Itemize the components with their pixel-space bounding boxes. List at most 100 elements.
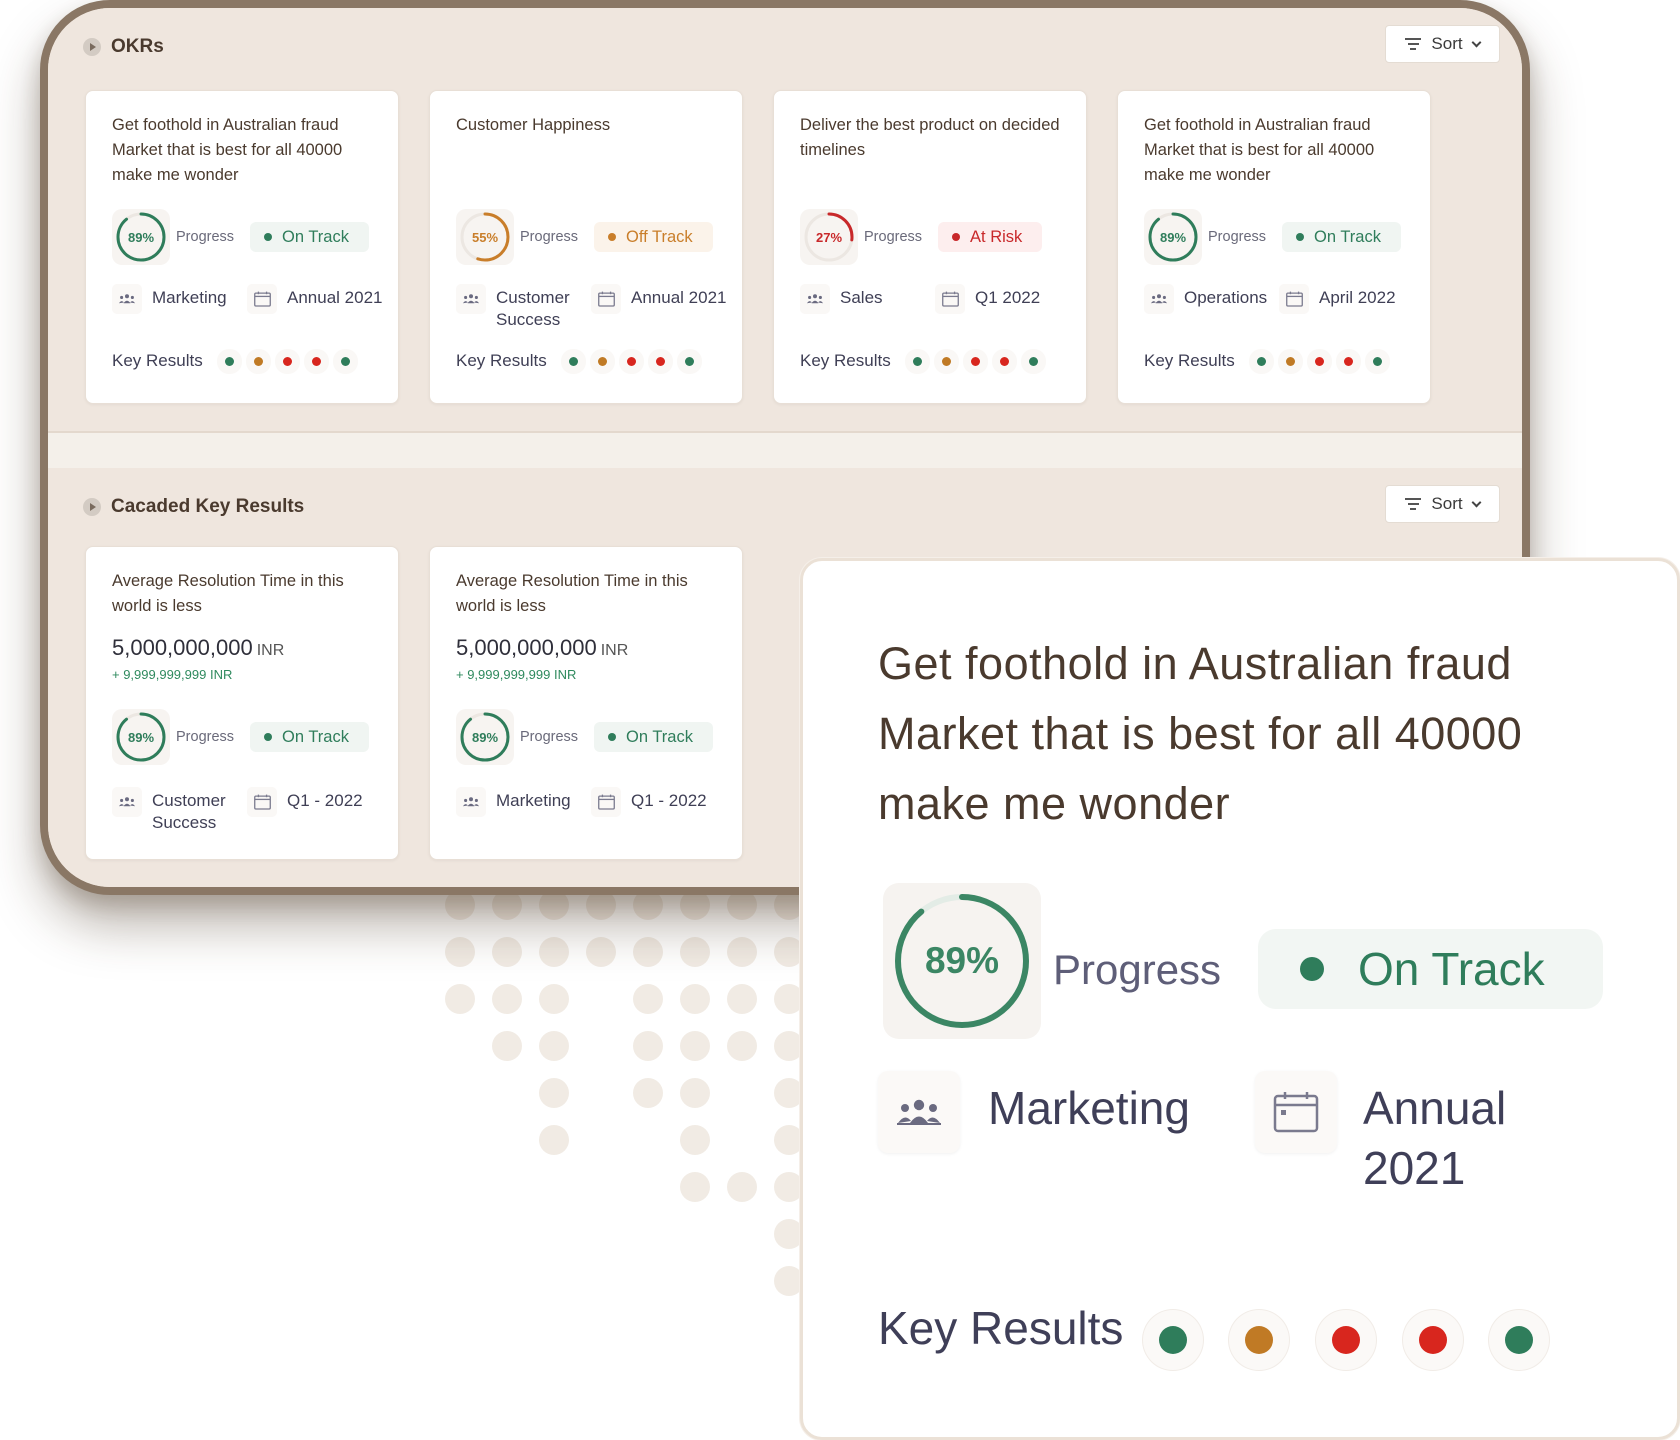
key-result-dot[interactable] [1256,356,1266,366]
key-results-label: Key Results [112,351,203,370]
key-result-dot[interactable] [655,356,665,366]
pattern-dot [539,1031,569,1061]
status-text: On Track [282,727,349,746]
pattern-dot [492,1031,522,1061]
progress-label: Progress [520,729,579,745]
key-result-dot[interactable] [1372,356,1382,366]
key-result-dot[interactable] [1159,1326,1187,1354]
key-result-dot[interactable] [253,356,263,366]
key-result-dot[interactable] [1028,356,1038,366]
key-result-dot[interactable] [684,356,694,366]
okr-card[interactable]: Get foothold in Australian fraud Market … [1117,90,1431,404]
kr-amount: 5,000,000,000 INR [112,635,284,661]
progress-row: 89% Progress On Track [456,709,713,765]
card-title: Average Resolution Time in this world is… [112,572,344,615]
kr-delta: + 9,999,999,999 INR [456,667,577,682]
meta-row: Operations April 2022 [1144,284,1419,314]
key-result-dot[interactable] [941,356,951,366]
progress-ring: 89% [883,883,1041,1039]
okrs-section: OKRs Sort Get foothold in Australian fra… [48,8,1522,433]
pattern-dot [539,1125,569,1155]
play-icon[interactable] [83,38,101,56]
chevron-down-icon [1471,497,1482,507]
filter-icon [1405,38,1422,50]
key-results-row: Key Results [1144,351,1392,371]
team-icon [878,1071,960,1153]
key-result-dot[interactable] [282,356,292,366]
key-results-label: Key Results [1144,351,1235,370]
key-result-dot[interactable] [1343,356,1353,366]
key-result-dot[interactable] [311,356,321,366]
key-result-dot[interactable] [1332,1326,1360,1354]
pattern-dot [680,1125,710,1155]
calendar-icon [1255,1071,1337,1153]
calendar-icon [591,787,621,817]
calendar-icon [247,284,277,314]
period-field: Annual 2021 [591,284,731,331]
key-result-dot[interactable] [224,356,234,366]
progress-percent: 55% [471,229,499,245]
play-icon[interactable] [83,498,101,516]
status-badge: On Track [1282,222,1401,252]
status-badge: On Track [594,722,713,752]
key-result-dot[interactable] [626,356,636,366]
key-result-dot[interactable] [1285,356,1295,366]
team-name: Marketing [496,791,571,810]
key-result-dot[interactable] [912,356,922,366]
team-icon [112,787,142,817]
stage: OKRs Sort Get foothold in Australian fra… [0,0,1680,1440]
amount-value: 5,000,000,000 [112,635,253,660]
progress-label: Progress [1053,946,1222,993]
key-result-dot[interactable] [1419,1326,1447,1354]
amount-unit: INR [256,642,285,659]
pattern-dot [492,984,522,1014]
key-result-dot[interactable] [340,356,350,366]
calendar-icon [591,284,621,314]
key-result-dot[interactable] [597,356,607,366]
team-icon [456,787,486,817]
team-field: Customer Success [112,787,247,834]
zoom-card-title: Get foothold in Australian fraud Market … [878,638,1523,829]
okrs-sort-button[interactable]: Sort [1385,25,1500,63]
pattern-dot [633,1078,663,1108]
team-name: Marketing [152,288,227,307]
filter-icon [1405,498,1422,510]
key-result-card[interactable]: Average Resolution Time in this world is… [429,546,743,860]
status-text: On Track [1314,227,1381,246]
period: Q1 2022 [975,288,1041,307]
status-badge: Off Track [594,222,713,252]
okr-card[interactable]: Customer Happiness 55% Progress Off Track Cu… [429,90,743,404]
key-result-dot[interactable] [1314,356,1324,366]
team-name: Marketing [988,1082,1190,1134]
meta-row: Marketing Q1 - 2022 [456,787,731,817]
pattern-dot [680,1078,710,1108]
status-text: Off Track [626,227,693,246]
key-result-card[interactable]: Average Resolution Time in this world is… [85,546,399,860]
progress-label: Progress [864,229,923,245]
okr-card[interactable]: Deliver the best product on decided time… [773,90,1087,404]
key-result-dot[interactable] [568,356,578,366]
pattern-dot [445,937,475,967]
pattern-dot [539,937,569,967]
zoomed-okr-card[interactable]: Get foothold in Australian fraud Market … [800,558,1680,1440]
cascaded-sort-button[interactable]: Sort [1385,485,1500,523]
cascaded-section-header[interactable]: Cacaded Key Results [83,496,304,518]
calendar-icon [1279,284,1309,314]
team-name: Customer Success [152,791,226,832]
pattern-dot [680,1172,710,1202]
key-result-dot[interactable] [999,356,1009,366]
cascaded-section-title: Cacaded Key Results [111,496,305,517]
progress-ring: 27% [800,209,858,265]
key-result-dot[interactable] [970,356,980,366]
key-result-dot[interactable] [1505,1326,1533,1354]
meta-row: Marketing Annual 2021 [112,284,387,314]
key-result-dot[interactable] [1245,1326,1273,1354]
team-name: Operations [1184,288,1268,307]
pattern-dot [586,937,616,967]
okr-card[interactable]: Get foothold in Australian fraud Market … [85,90,399,404]
okrs-section-header[interactable]: OKRs [83,36,164,58]
team-icon [112,284,142,314]
period-field: Q1 - 2022 [247,787,387,834]
progress-ring: 89% [1144,209,1202,265]
status-text: At Risk [970,227,1023,246]
